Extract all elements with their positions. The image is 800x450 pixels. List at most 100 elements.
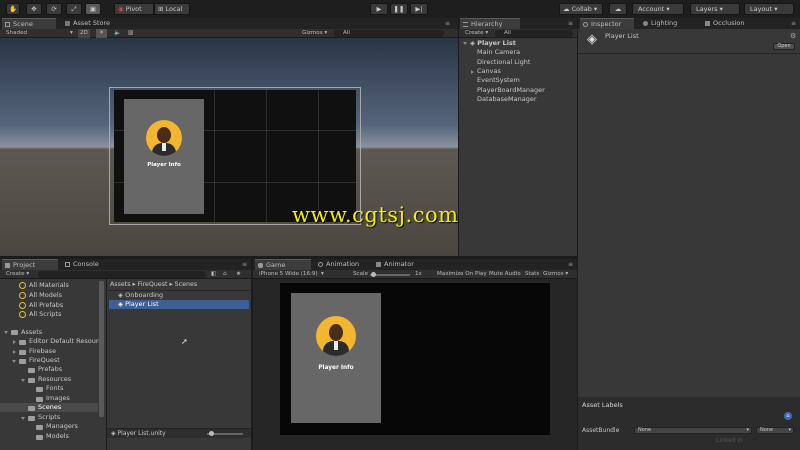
tree-folder[interactable]: Firebase — [29, 347, 56, 356]
hierarchy-item[interactable]: Main Camera — [477, 48, 520, 57]
favorite-item[interactable]: All Materials — [29, 281, 69, 290]
file-item-selected[interactable]: ◈ Player List — [118, 300, 159, 309]
panel-menu-icon[interactable]: ≡ — [568, 20, 573, 27]
effects-toggle[interactable]: ▨ — [128, 29, 133, 38]
expand-arrow-icon[interactable] — [21, 379, 25, 382]
tab-project[interactable]: Project — [2, 259, 58, 270]
image-icon: ▨ — [128, 30, 134, 36]
hierarchy-item[interactable]: EventSystem — [477, 76, 520, 85]
tree-folder-selected[interactable]: Scenes — [38, 403, 61, 412]
rotate-tool-button[interactable]: ⟳ — [46, 3, 62, 15]
tree-folder[interactable]: Images — [46, 394, 70, 403]
filter-type-icon[interactable]: ◧ — [211, 270, 216, 279]
player-info-card[interactable]: Player Info — [291, 293, 381, 423]
player-info-card[interactable]: Player Info — [124, 99, 204, 214]
favorite-item[interactable]: All Prefabs — [29, 301, 63, 310]
create-dropdown[interactable]: Create ▾ — [465, 29, 488, 38]
tab-game[interactable]: Game — [255, 259, 311, 270]
local-toggle[interactable]: ⊞ Local — [154, 3, 190, 15]
tab-inspector[interactable]: Inspector — [580, 18, 634, 29]
tab-scene[interactable]: Scene — [2, 18, 56, 29]
scale-slider[interactable] — [370, 274, 410, 276]
tree-folder[interactable]: Resources — [38, 375, 71, 384]
hierarchy-search-input[interactable]: All — [495, 30, 573, 37]
pivot-toggle[interactable]: ◉ Pivot — [114, 3, 154, 15]
hierarchy-item[interactable]: Canvas — [477, 67, 501, 76]
tree-folder[interactable]: Models — [46, 432, 69, 441]
tree-folder[interactable]: Fonts — [46, 384, 64, 393]
tree-folder[interactable]: FireQuest — [29, 356, 60, 365]
move-tool-button[interactable]: ✥ — [26, 3, 42, 15]
tree-scrollbar[interactable] — [99, 281, 104, 417]
hand-icon: ✋ — [8, 5, 18, 13]
tab-animation[interactable]: Animation — [315, 259, 375, 270]
tab-hierarchy[interactable]: Hierarchy — [460, 18, 520, 29]
expand-arrow-icon[interactable] — [463, 42, 467, 45]
hand-tool-button[interactable]: ✋ — [6, 3, 20, 15]
project-search-input[interactable] — [38, 271, 206, 278]
lighting-toggle[interactable]: ☀ — [96, 29, 108, 38]
account-dropdown[interactable]: Account ▾ — [632, 3, 684, 15]
collab-dropdown[interactable]: ☁ Collab ▾ — [559, 3, 603, 15]
expand-arrow-icon[interactable] — [471, 70, 474, 74]
cloud-button[interactable]: ☁ — [609, 3, 627, 15]
rect-tool-button[interactable]: ▣ — [85, 3, 101, 15]
project-create-dropdown[interactable]: Create ▾ — [6, 270, 29, 279]
gizmos-dropdown[interactable]: Gizmos ▾ — [302, 29, 327, 38]
hierarchy-item[interactable]: DatabaseManager — [477, 95, 537, 104]
tab-occlusion[interactable]: Occlusion — [702, 18, 762, 29]
expand-arrow-icon[interactable] — [13, 340, 16, 344]
expand-arrow-icon[interactable] — [12, 360, 16, 363]
expand-arrow-icon[interactable] — [21, 417, 25, 420]
mode-2d-toggle[interactable]: 2D — [78, 29, 90, 38]
audio-toggle[interactable]: 🔈 — [114, 29, 121, 38]
tab-asset-store[interactable]: Asset Store — [62, 18, 128, 29]
panel-menu-icon[interactable]: ≡ — [242, 261, 247, 268]
panel-menu-icon[interactable]: ≡ — [445, 20, 450, 27]
panel-menu-icon[interactable]: ≡ — [568, 261, 573, 268]
scene-search-input[interactable]: All — [334, 30, 444, 37]
play-button[interactable]: ▶ — [370, 3, 388, 15]
asset-variant-dropdown[interactable]: None ▾ — [756, 427, 794, 434]
favorite-item[interactable]: All Scripts — [29, 310, 61, 319]
panel-menu-icon[interactable]: ≡ — [791, 20, 796, 27]
filter-label-icon[interactable]: ⌂ — [223, 270, 227, 279]
layout-dropdown[interactable]: Layout ▾ — [744, 3, 794, 15]
resolution-dropdown[interactable]: iPhone 5 Wide (16:9) — [259, 270, 318, 279]
asset-bundle-dropdown[interactable]: None ▾ — [634, 427, 752, 434]
tag-icon[interactable]: ⌂ — [784, 412, 792, 420]
layers-dropdown[interactable]: Layers ▾ — [690, 3, 740, 15]
mute-audio-toggle[interactable]: Mute Audio — [489, 270, 521, 279]
tree-folder[interactable]: Managers — [46, 422, 78, 431]
expand-arrow-icon[interactable] — [4, 331, 8, 334]
mouse-cursor-icon: ➚ — [181, 337, 188, 346]
star-icon[interactable]: ★ — [236, 270, 241, 279]
tree-folder[interactable]: Prefabs — [38, 365, 62, 374]
occlusion-icon — [705, 21, 710, 26]
assets-root[interactable]: Assets — [21, 328, 42, 337]
game-view[interactable]: Player Info — [253, 279, 577, 450]
tab-lighting[interactable]: Lighting — [640, 18, 690, 29]
stats-toggle[interactable]: Stats — [525, 270, 539, 279]
tab-animator[interactable]: Animator — [373, 259, 429, 270]
icon-size-slider-thumb[interactable] — [209, 431, 214, 436]
hierarchy-item[interactable]: Directional Light — [477, 58, 530, 67]
scale-slider-thumb[interactable] — [371, 272, 376, 277]
tree-folder[interactable]: Editor Default Resources — [29, 337, 101, 346]
scale-tool-button[interactable]: ⤢ — [66, 3, 82, 15]
hierarchy-root[interactable]: ◈ Player List — [470, 39, 516, 48]
favorite-item[interactable]: All Models — [29, 291, 62, 300]
expand-arrow-icon[interactable] — [13, 350, 16, 354]
game-gizmos-dropdown[interactable]: Gizmos ▾ — [543, 270, 568, 279]
step-button[interactable]: ▶| — [410, 3, 428, 15]
maximize-on-play-toggle[interactable]: Maximize On Play — [437, 270, 487, 279]
tab-console[interactable]: Console — [62, 259, 118, 270]
hierarchy-item[interactable]: PlayerBoardManager — [477, 86, 545, 95]
scene-controlbar: Shaded ▾ 2D ☀ 🔈 ▨ Gizmos ▾ All — [0, 29, 458, 38]
open-button[interactable]: Open — [773, 43, 795, 50]
file-item[interactable]: ◈ Onboarding — [118, 291, 163, 300]
shading-mode-dropdown[interactable]: Shaded — [6, 29, 27, 38]
tree-folder[interactable]: Scripts — [38, 413, 60, 422]
pause-button[interactable]: ❚❚ — [390, 3, 408, 15]
gear-icon[interactable]: ⚙ — [790, 32, 796, 40]
